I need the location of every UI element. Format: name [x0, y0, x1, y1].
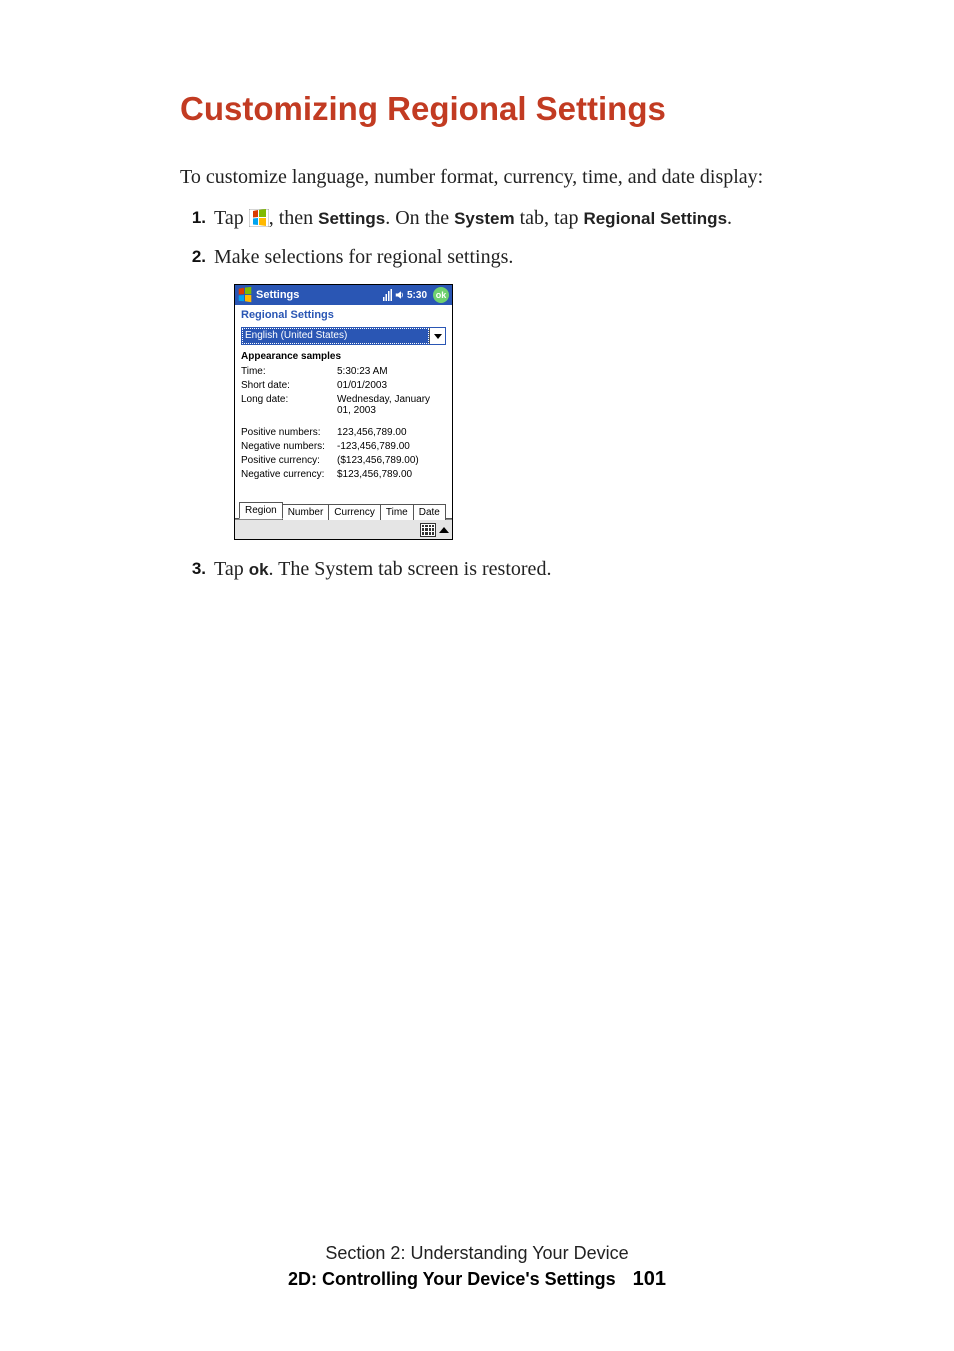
steps-list: 1. Tap , then Settings. On the System ta… — [180, 205, 854, 583]
page-heading: Customizing Regional Settings — [180, 90, 854, 128]
regional-settings-bold: Regional Settings — [583, 209, 727, 228]
sample-row: Short date: 01/01/2003 — [241, 380, 446, 391]
step-number: 2. — [180, 244, 206, 270]
sample-value: 123,456,789.00 — [337, 427, 446, 438]
input-panel-bar — [235, 519, 452, 539]
tab-region[interactable]: Region — [239, 502, 283, 519]
sample-row: Positive numbers: 123,456,789.00 — [241, 427, 446, 438]
step1-text-d: tab, tap — [515, 207, 584, 229]
step-body: Tap , then Settings. On the System tab, … — [214, 205, 732, 232]
step-body: Tap ok. The System tab screen is restore… — [214, 556, 551, 583]
step-number: 3. — [180, 556, 206, 582]
sample-key: Negative numbers: — [241, 441, 337, 452]
step-2: 2. Make selections for regional settings… — [180, 244, 854, 270]
step1-text-b: , then — [269, 207, 318, 229]
sample-row: Negative currency: $123,456,789.00 — [241, 469, 446, 480]
settings-bold: Settings — [318, 209, 385, 228]
appearance-samples-label: Appearance samples — [235, 349, 452, 366]
locale-dropdown[interactable]: English (United States) — [241, 327, 446, 345]
page-footer: Section 2: Understanding Your Device 2D:… — [0, 1243, 954, 1291]
step1-text-a: Tap — [214, 207, 249, 229]
step-body: Make selections for regional settings. — [214, 244, 513, 270]
sample-row: Time: 5:30:23 AM — [241, 366, 446, 377]
system-tray: 5:30 ok — [383, 287, 449, 303]
sample-key: Long date: — [241, 394, 337, 416]
sample-row: Positive currency: ($123,456,789.00) — [241, 455, 446, 466]
tab-number[interactable]: Number — [282, 504, 330, 520]
sample-key: Short date: — [241, 380, 337, 391]
step-1: 1. Tap , then Settings. On the System ta… — [180, 205, 854, 232]
keyboard-icon[interactable] — [420, 523, 436, 537]
windows-start-icon — [249, 208, 269, 226]
ppc-titlebar: Settings 5:30 ok — [235, 285, 452, 305]
appearance-samples: Time: 5:30:23 AM Short date: 01/01/2003 … — [235, 366, 452, 489]
window-title: Settings — [255, 289, 383, 301]
step3-text-a: Tap — [214, 558, 249, 580]
intro-paragraph: To customize language, number format, cu… — [180, 166, 854, 189]
sample-value: ($123,456,789.00) — [337, 455, 446, 466]
sample-value: Wednesday, January 01, 2003 — [337, 394, 446, 416]
volume-icon — [395, 289, 404, 301]
system-bold: System — [454, 209, 514, 228]
signal-icon — [383, 289, 392, 301]
page-number: 101 — [633, 1268, 666, 1290]
tab-currency[interactable]: Currency — [328, 504, 381, 520]
step-number: 1. — [180, 205, 206, 231]
sample-row: Negative numbers: -123,456,789.00 — [241, 441, 446, 452]
step1-text-c: . On the — [385, 207, 454, 229]
footer-subsection-line: 2D: Controlling Your Device's Settings 1… — [0, 1268, 954, 1291]
start-menu-icon[interactable] — [235, 285, 255, 305]
sample-value: 5:30:23 AM — [337, 366, 446, 377]
sample-key: Time: — [241, 366, 337, 377]
step-3: 3. Tap ok. The System tab screen is rest… — [180, 556, 854, 583]
sample-key: Positive numbers: — [241, 427, 337, 438]
step1-text-e: . — [727, 207, 732, 229]
dropdown-arrow-icon[interactable] — [429, 328, 445, 344]
ok-button[interactable]: ok — [433, 287, 449, 303]
sample-value: -123,456,789.00 — [337, 441, 446, 452]
sample-key: Negative currency: — [241, 469, 337, 480]
sample-value: $123,456,789.00 — [337, 469, 446, 480]
ok-bold: ok — [249, 560, 269, 579]
tab-date[interactable]: Date — [413, 504, 446, 520]
sample-row: Long date: Wednesday, January 01, 2003 — [241, 394, 446, 416]
clock-time: 5:30 — [407, 290, 427, 301]
sample-value: 01/01/2003 — [337, 380, 446, 391]
screen-title: Regional Settings — [235, 305, 452, 327]
step3-text-b: . The System tab screen is restored. — [269, 558, 552, 580]
sip-up-arrow-icon[interactable] — [439, 527, 449, 533]
footer-subsection: 2D: Controlling Your Device's Settings — [288, 1269, 616, 1289]
pocketpc-screenshot: Settings 5:30 ok Regional Settings Engli… — [234, 284, 453, 540]
sample-key: Positive currency: — [241, 455, 337, 466]
ppc-tabstrip: Region Number Currency Time Date — [235, 499, 452, 519]
tab-time[interactable]: Time — [380, 504, 414, 520]
footer-section: Section 2: Understanding Your Device — [0, 1243, 954, 1264]
locale-dropdown-value: English (United States) — [242, 328, 429, 344]
